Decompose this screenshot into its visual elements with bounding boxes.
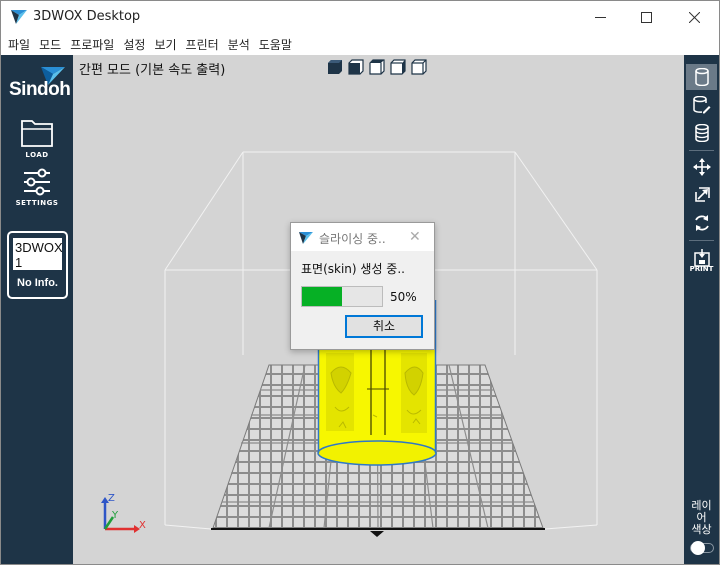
separator (689, 150, 714, 151)
menu-printer[interactable]: 프린터 (183, 36, 225, 53)
axis-y-label: Y (111, 510, 119, 521)
scale-icon (694, 187, 710, 202)
layer-color-label: 레이 어 색상 (684, 500, 719, 536)
dialog-title: 슬라이싱 중.. (319, 232, 386, 246)
maximize-button[interactable] (623, 1, 669, 33)
cancel-button[interactable]: 취소 (345, 315, 423, 338)
slicing-dialog: 슬라이싱 중.. ✕ 표면(skin) 생성 중.. 50% 취소 (290, 222, 435, 350)
right-sidebar: PRINT 레이 어 색상 (684, 55, 719, 564)
plate-front-marker (370, 531, 384, 537)
database-icon (694, 68, 709, 86)
dialog-header: 슬라이싱 중.. ✕ (291, 223, 434, 251)
view-right-icon[interactable] (411, 59, 427, 75)
menu-analysis[interactable]: 분석 (225, 36, 256, 53)
maximize-icon (640, 11, 652, 23)
move-icon (692, 158, 711, 176)
printer-card[interactable]: 3DWOX 1 No Info. (7, 231, 68, 299)
database-edit-icon (692, 96, 710, 114)
printer-status: No Info. (17, 277, 58, 289)
axis-z-label: Z (108, 493, 115, 504)
move-tool[interactable] (686, 154, 717, 180)
menu-settings[interactable]: 설정 (120, 36, 151, 53)
menu-file[interactable]: 파일 (5, 36, 36, 53)
menu-bar: 파일 모드 프로파일 설정 보기 프린터 분석 도움말 (1, 33, 719, 55)
database-tool[interactable] (686, 64, 717, 90)
window-title: 3DWOX Desktop (33, 9, 141, 24)
load-button[interactable]: LOAD (9, 117, 65, 159)
separator (689, 240, 714, 241)
dialog-status-text: 표면(skin) 생성 중.. (301, 262, 405, 276)
app-logo-icon (11, 10, 27, 24)
left-sidebar: Sindoh LOAD SETTINGS 3DWOX 1 No Info. (1, 55, 73, 564)
sliders-icon (24, 168, 50, 196)
view-top-icon[interactable] (369, 59, 385, 75)
settings-button[interactable]: SETTINGS (9, 167, 65, 207)
menu-mode[interactable]: 모드 (36, 36, 67, 53)
layer-color-text: 레이 어 색상 (691, 499, 712, 536)
view-buttons (327, 59, 427, 75)
title-bar: 3DWOX Desktop (1, 1, 719, 33)
progress-fill (302, 287, 342, 306)
menu-view[interactable]: 보기 (151, 36, 182, 53)
menu-profile[interactable]: 프로파일 (67, 36, 120, 53)
rotate-icon (694, 215, 709, 231)
mode-title: 간편 모드 (기본 속도 출력) (79, 63, 226, 78)
brand-name: Sindoh (9, 79, 71, 100)
menu-help[interactable]: 도움말 (256, 36, 298, 53)
view-iso-icon[interactable] (327, 59, 343, 75)
minimize-button[interactable] (577, 1, 623, 33)
rotate-tool[interactable] (686, 210, 717, 236)
minimize-icon (594, 16, 606, 18)
load-label: LOAD (25, 151, 49, 159)
axis-x-label: X (139, 520, 146, 531)
dialog-close-icon[interactable]: ✕ (409, 229, 421, 245)
slicing-progress-bar (301, 286, 383, 307)
print-label: PRINT (689, 265, 714, 273)
app-window: 3DWOX Desktop 파일 모드 프로파일 설정 보기 프린터 분석 도움… (0, 0, 720, 565)
dialog-logo-icon (299, 232, 313, 244)
settings-label: SETTINGS (15, 199, 59, 207)
scale-tool[interactable] (686, 182, 717, 208)
axes-indicator: Z Y X (101, 493, 146, 533)
database-stack-icon (694, 124, 709, 142)
progress-percent: 50% (390, 290, 417, 304)
layer-color-toggle[interactable] (690, 541, 714, 555)
printer-model: 3DWOX 1 (15, 240, 62, 270)
view-left-icon[interactable] (390, 59, 406, 75)
database-stack-tool[interactable] (686, 120, 717, 146)
close-button[interactable] (671, 1, 717, 33)
close-icon (688, 11, 700, 23)
folder-icon (21, 120, 53, 147)
view-front-icon[interactable] (348, 59, 364, 75)
printer-model-box: 3DWOX 1 (13, 238, 62, 270)
database-edit-tool[interactable] (686, 92, 717, 118)
toggle-knob (691, 541, 705, 555)
